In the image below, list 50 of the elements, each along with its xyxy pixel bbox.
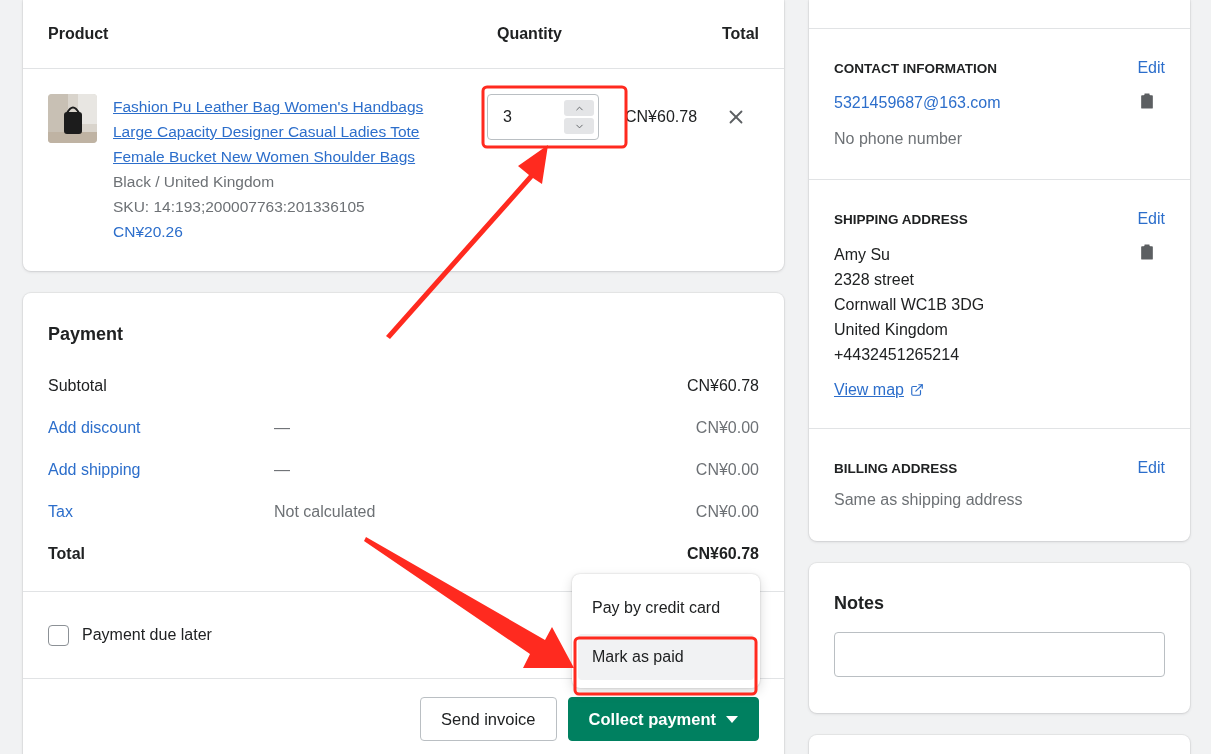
address-line: United Kingdom: [834, 320, 949, 340]
payment-amount: CN¥60.78: [686, 377, 759, 395]
payment-amount: CN¥0.00: [695, 503, 759, 521]
variant-text: Black / United Kingdom: [113, 172, 276, 192]
address-line: 2328 street: [834, 270, 916, 290]
section-heading: CONTACT INFORMATION: [834, 60, 997, 76]
edit-link[interactable]: Edit: [1137, 459, 1165, 477]
column-header: Product: [48, 25, 110, 43]
payment-amount: CN¥0.00: [695, 419, 759, 437]
payment-amount: CN¥0.00: [695, 461, 759, 479]
payment-link[interactable]: Add shipping: [48, 461, 274, 479]
caret-icon: [726, 715, 738, 723]
billing-text: Same as shipping address: [834, 491, 1023, 508]
email-link[interactable]: 5321459687@163.com: [834, 85, 1001, 121]
line-total: CN¥60.78: [625, 107, 698, 127]
payment-label: Total: [48, 545, 87, 563]
increment-icon[interactable]: [564, 100, 594, 116]
payment-label: Subtotal: [48, 377, 108, 395]
unit-price: CN¥20.26: [113, 222, 184, 242]
section-heading: SHIPPING ADDRESS: [834, 211, 968, 227]
send-invoice-button[interactable]: Send invoice: [420, 697, 557, 741]
phone-text: No phone number: [834, 129, 964, 149]
payment-title: Payment: [48, 323, 125, 346]
edit-link[interactable]: Edit: [1137, 59, 1165, 77]
menu-item[interactable]: Mark as paid: [578, 634, 754, 680]
collect-payment-button[interactable]: Collect payment: [567, 697, 759, 741]
quantity-field[interactable]: 3: [487, 94, 599, 140]
payment-note: —: [274, 419, 290, 436]
checkbox-label: Payment due later: [82, 626, 212, 644]
notes-field[interactable]: [834, 632, 1165, 677]
column-header: Total: [720, 25, 759, 43]
payment-amount: CN¥60.78: [686, 545, 759, 563]
view-map-link[interactable]: View map: [834, 377, 924, 402]
product-link[interactable]: Fashion Pu Leather Bag Women's Handbags Large Capacity Designer Casual Ladies Tote Female Bucket New Women Shoulder Bags: [113, 94, 463, 169]
column-header: Quantity: [497, 25, 563, 43]
external-link-icon: [909, 382, 924, 397]
payment-link[interactable]: Tax: [48, 503, 274, 521]
checkbox[interactable]: [48, 624, 69, 646]
notes-title: Notes: [834, 593, 885, 614]
menu-item[interactable]: Pay by credit card: [578, 588, 754, 628]
section-heading: BILLING ADDRESS: [834, 460, 958, 476]
address-line: Cornwall WC1B 3DG: [834, 295, 985, 315]
address-line: Amy Su: [834, 245, 891, 265]
edit-link[interactable]: Edit: [1137, 210, 1165, 228]
decrement-icon[interactable]: [564, 118, 594, 134]
payment-note: Not calculated: [274, 503, 376, 520]
address-line: +4432451265214: [834, 345, 961, 365]
payment-note: —: [274, 461, 290, 478]
payment-link[interactable]: Add discount: [48, 419, 274, 437]
sku-text: SKU: 14:193;200007763:201336105: [113, 197, 366, 217]
